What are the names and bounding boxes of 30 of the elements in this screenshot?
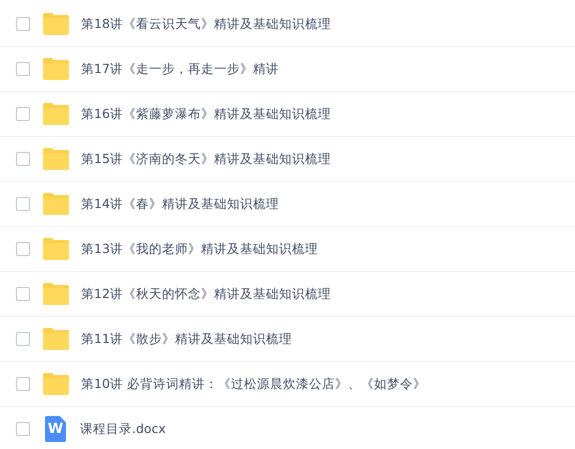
document-icon: W <box>45 416 66 442</box>
file-name[interactable]: 第15讲《济南的冬天》精讲及基础知识梳理 <box>81 150 331 168</box>
checkbox[interactable] <box>16 422 30 436</box>
folder-icon <box>43 103 69 125</box>
checkbox[interactable] <box>16 152 30 166</box>
checkbox[interactable] <box>16 287 30 301</box>
checkbox[interactable] <box>16 242 30 256</box>
checkbox[interactable] <box>16 107 30 121</box>
checkbox[interactable] <box>16 62 30 76</box>
file-name[interactable]: 第18讲《看云识天气》精讲及基础知识梳理 <box>81 16 331 32</box>
checkbox[interactable] <box>16 332 30 346</box>
folder-icon <box>43 193 69 215</box>
file-name[interactable]: 第17讲《走一步，再走一步》精讲 <box>81 60 279 78</box>
file-name[interactable]: 第16讲《紫藤萝瀑布》精讲及基础知识梳理 <box>81 106 331 122</box>
checkbox[interactable] <box>16 197 30 211</box>
folder-icon <box>43 58 69 80</box>
folder-icon <box>43 148 69 170</box>
folder-icon <box>43 373 69 395</box>
folder-icon <box>43 238 69 260</box>
file-name[interactable]: 第12讲《秋天的怀念》精讲及基础知识梳理 <box>81 286 331 302</box>
folder-icon <box>43 283 69 305</box>
file-name[interactable]: 第10讲 必背诗词精讲：《过松源晨炊漆公店》、《如梦令》 <box>81 376 426 392</box>
file-name[interactable]: 第13讲《我的老师》精讲及基础知识梳理 <box>81 240 318 258</box>
file-name[interactable]: 课程目录.docx <box>80 420 166 438</box>
checkbox[interactable] <box>16 17 30 31</box>
checkbox[interactable] <box>16 377 30 391</box>
folder-icon <box>43 328 69 350</box>
file-name[interactable]: 第11讲《散步》精讲及基础知识梳理 <box>81 330 292 348</box>
folder-icon <box>43 13 69 35</box>
file-name[interactable]: 第14讲《春》精讲及基础知识梳理 <box>81 196 279 212</box>
